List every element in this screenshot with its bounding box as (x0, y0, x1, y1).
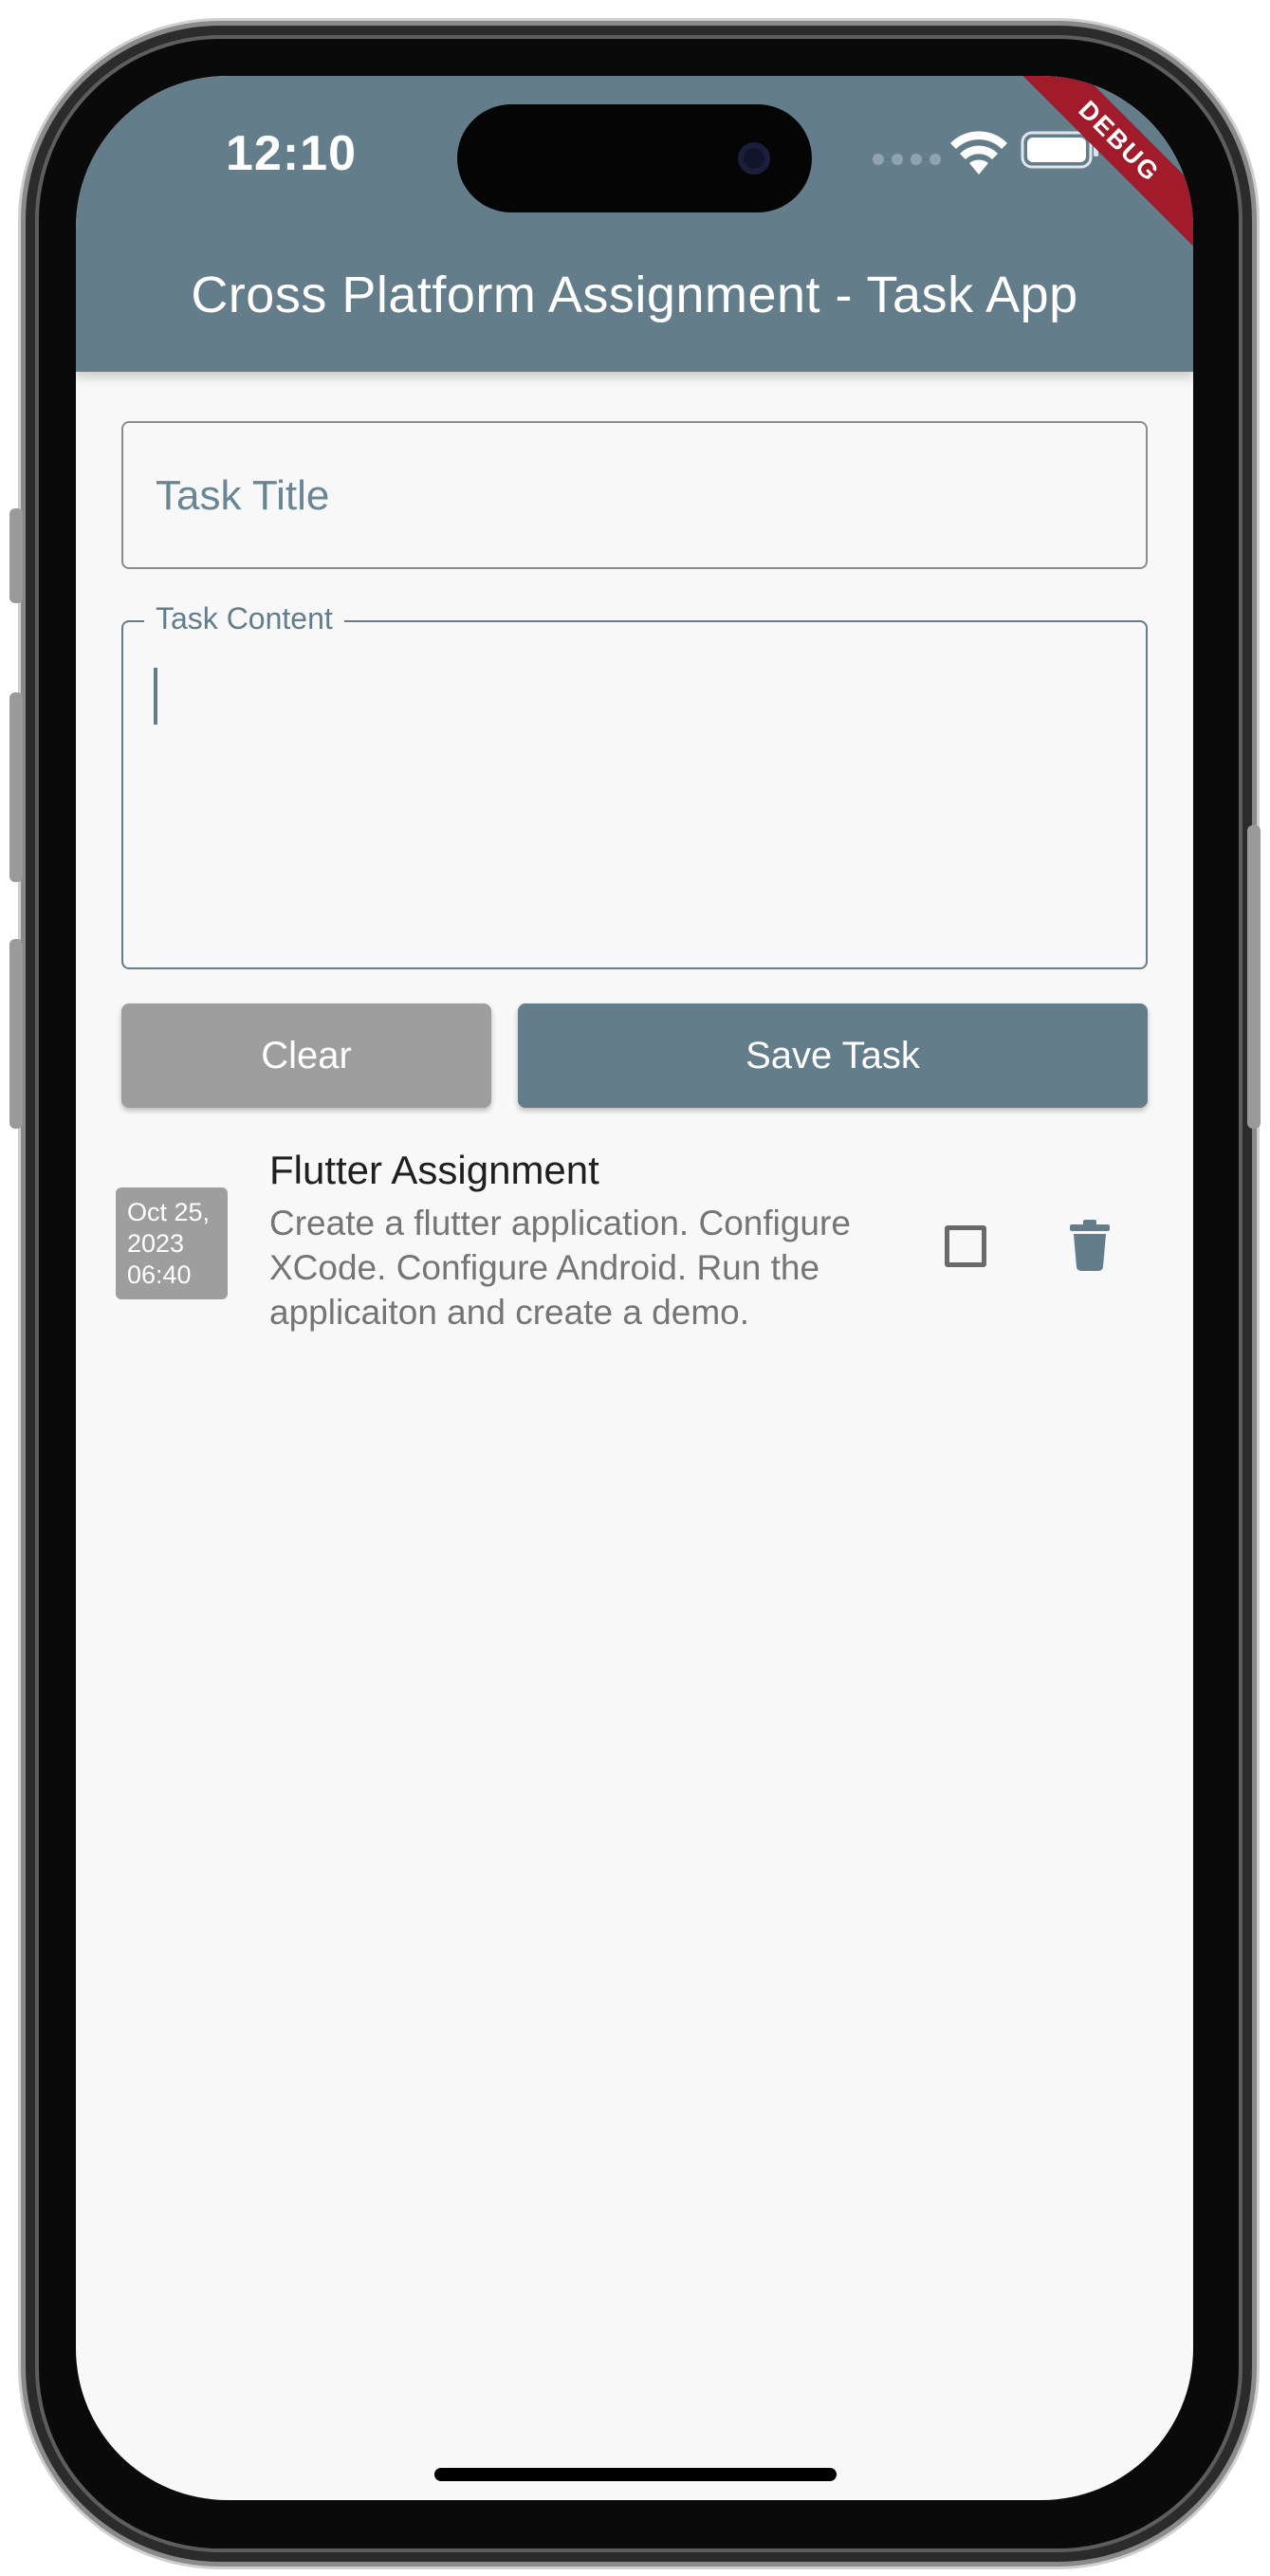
trash-icon[interactable] (1070, 1220, 1110, 1271)
home-indicator[interactable] (434, 2468, 837, 2481)
save-task-button[interactable]: Save Task (518, 1003, 1148, 1108)
checkbox-icon[interactable] (945, 1225, 986, 1267)
app-bar: 12:10 DEBUG Cross Platform Assignment - … (76, 76, 1193, 372)
screen: 12:10 DEBUG Cross Platform Assignment - … (76, 76, 1193, 2500)
task-content-label: Task Content (144, 601, 344, 636)
wifi-icon (950, 131, 1007, 175)
volume-down-button (9, 939, 23, 1129)
page-title: Cross Platform Assignment - Task App (191, 267, 1078, 323)
text-cursor (154, 668, 157, 725)
task-title-placeholder: Task Title (156, 472, 330, 519)
task-date-year: 2023 (127, 1229, 185, 1258)
task-title: Flutter Assignment (269, 1148, 599, 1192)
task-list-item: Oct 25, 2023 06:40 Flutter Assignment Cr… (76, 1148, 1193, 1385)
task-date-month-day: Oct 25, (127, 1198, 211, 1226)
action-button (9, 508, 23, 603)
dynamic-island (457, 104, 812, 212)
status-time: 12:10 (226, 126, 357, 181)
task-date-time: 06:40 (127, 1260, 192, 1289)
front-camera-icon (738, 142, 770, 175)
clear-button[interactable]: Clear (121, 1003, 491, 1108)
task-title-input[interactable]: Task Title (121, 421, 1148, 569)
power-button (1247, 825, 1261, 1129)
volume-up-button (9, 692, 23, 882)
task-content-input[interactable]: Task Content (121, 601, 1148, 969)
task-date-badge: Oct 25, 2023 06:40 (116, 1187, 228, 1299)
cellular-signal-icon (873, 154, 941, 165)
task-description: Create a flutter application. Configure … (269, 1204, 851, 1332)
